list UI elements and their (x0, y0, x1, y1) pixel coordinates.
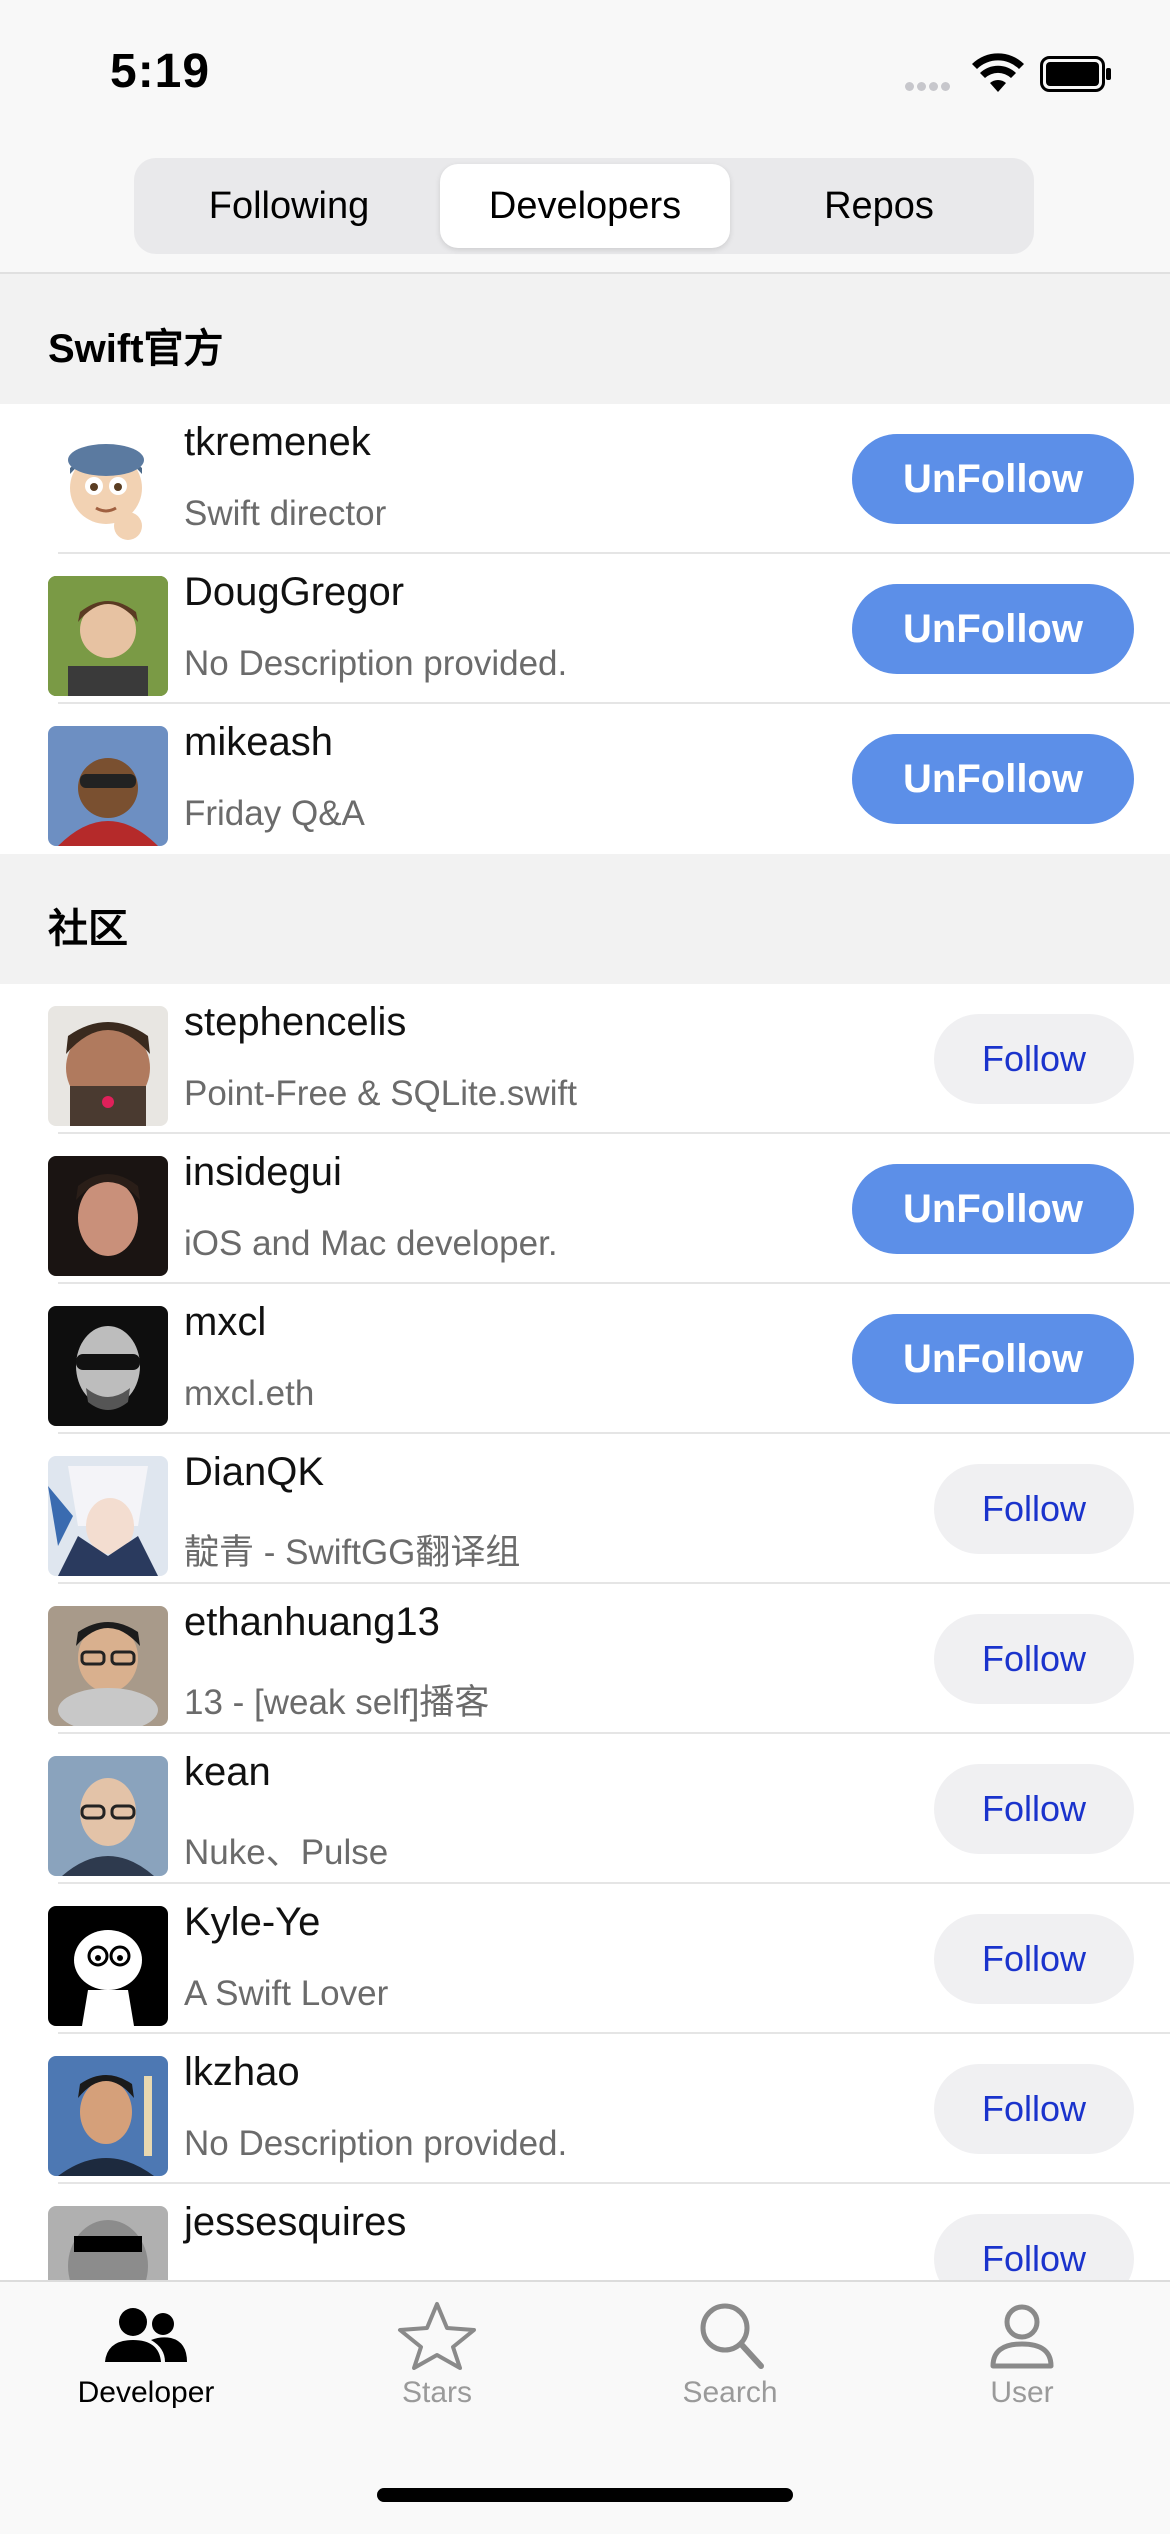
tab-developer[interactable]: Developer (36, 2300, 256, 2440)
wifi-icon (972, 53, 1024, 92)
developer-name: DougGregor (184, 570, 405, 614)
avatar (48, 576, 168, 696)
developer-name: mikeash (184, 720, 333, 764)
tab-search[interactable]: Search (620, 2300, 840, 2440)
developer-name: kean (184, 1750, 271, 1794)
developer-description: Point-Free & SQLite.swift (184, 1074, 577, 1113)
avatar (48, 2056, 168, 2176)
developer-row[interactable]: kean Nuke、Pulse Follow (0, 1734, 1170, 1884)
avatar (48, 1756, 168, 1876)
star-icon (398, 2302, 476, 2370)
follow-button[interactable]: Follow (934, 1914, 1134, 2004)
developer-row[interactable]: mxcl mxcl.eth UnFollow (0, 1284, 1170, 1434)
tab-label: User (990, 2376, 1054, 2409)
developer-row[interactable]: lkzhao No Description provided. Follow (0, 2034, 1170, 2184)
developer-row[interactable]: stephencelis Point-Free & SQLite.swift F… (0, 984, 1170, 1134)
unfollow-button[interactable]: UnFollow (852, 1164, 1134, 1254)
avatar (48, 1006, 168, 1126)
avatar (48, 1156, 168, 1276)
segmented-control: Following Developers Repos (134, 158, 1034, 254)
tab-label: Stars (401, 2376, 473, 2409)
developer-description: Friday Q&A (184, 794, 365, 833)
developer-description: A Swift Lover (184, 1974, 389, 2013)
developer-row[interactable]: tkremenek Swift director UnFollow (0, 404, 1170, 554)
developer-description: 靛青 - SwiftGG翻译组 (184, 1533, 521, 1572)
tab-stars[interactable]: Stars (327, 2300, 547, 2440)
segment-header: Following Developers Repos (0, 150, 1170, 274)
developer-description: 13 - [weak self]播客 (184, 1683, 490, 1722)
section-header-swift: Swift官方 (0, 274, 1170, 404)
people-icon (105, 2308, 187, 2362)
section-title: 社区 (48, 907, 128, 951)
developer-description: Nuke、Pulse (184, 1833, 389, 1872)
unfollow-button[interactable]: UnFollow (852, 734, 1134, 824)
segment-following[interactable]: Following (144, 164, 434, 248)
developer-row[interactable]: DianQK 靛青 - SwiftGG翻译组 Follow (0, 1434, 1170, 1584)
segment-developers[interactable]: Developers (440, 164, 730, 248)
avatar (48, 1456, 168, 1576)
tab-label: Search (682, 2376, 778, 2409)
developer-name: mxcl (184, 1300, 267, 1344)
status-bar: 5:19 (0, 0, 1170, 150)
developer-description: No Description provided. (184, 2124, 568, 2163)
avatar (48, 426, 168, 546)
developer-name: ethanhuang13 (184, 1600, 440, 1644)
avatar (48, 1306, 168, 1426)
developer-row[interactable]: ethanhuang13 13 - [weak self]播客 Follow (0, 1584, 1170, 1734)
developer-name: lkzhao (184, 2050, 300, 2094)
developer-name: Kyle-Ye (184, 1900, 321, 1944)
battery-icon (1040, 56, 1111, 92)
developer-name: tkremenek (184, 420, 371, 464)
developer-name: jessesquires (184, 2200, 407, 2244)
developer-description: mxcl.eth (184, 1374, 315, 1413)
follow-button[interactable]: Follow (934, 1014, 1134, 1104)
tab-user[interactable]: User (912, 2300, 1132, 2440)
section-title: Swift官方 (48, 327, 224, 371)
developer-row[interactable]: Kyle-Ye A Swift Lover Follow (0, 1884, 1170, 2034)
unfollow-button[interactable]: UnFollow (852, 584, 1134, 674)
unfollow-button[interactable]: UnFollow (852, 434, 1134, 524)
cellular-signal-icon (905, 78, 953, 96)
home-indicator (377, 2488, 793, 2502)
developer-row[interactable]: DougGregor No Description provided. UnFo… (0, 554, 1170, 704)
follow-button[interactable]: Follow (934, 2064, 1134, 2154)
status-time: 5:19 (110, 45, 211, 98)
developer-name: DianQK (184, 1450, 325, 1494)
follow-button[interactable]: Follow (934, 1464, 1134, 1554)
avatar (48, 1906, 168, 2026)
developer-row[interactable]: mikeash Friday Q&A UnFollow (0, 704, 1170, 854)
avatar (48, 726, 168, 846)
developer-name: stephencelis (184, 1000, 407, 1044)
developer-description: iOS and Mac developer. (184, 1224, 558, 1263)
unfollow-button[interactable]: UnFollow (852, 1314, 1134, 1404)
follow-button[interactable]: Follow (934, 1614, 1134, 1704)
segment-repos[interactable]: Repos (734, 164, 1024, 248)
developer-row[interactable]: insidegui iOS and Mac developer. UnFollo… (0, 1134, 1170, 1284)
tab-label: Developer (77, 2376, 215, 2409)
avatar (48, 1606, 168, 1726)
developer-description: No Description provided. (184, 644, 568, 683)
follow-button[interactable]: Follow (934, 1764, 1134, 1854)
developer-name: insidegui (184, 1150, 342, 1194)
person-icon (990, 2304, 1054, 2369)
section-header-community: 社区 (0, 854, 1170, 984)
developer-description: Swift director (184, 494, 387, 533)
search-icon (700, 2303, 764, 2369)
